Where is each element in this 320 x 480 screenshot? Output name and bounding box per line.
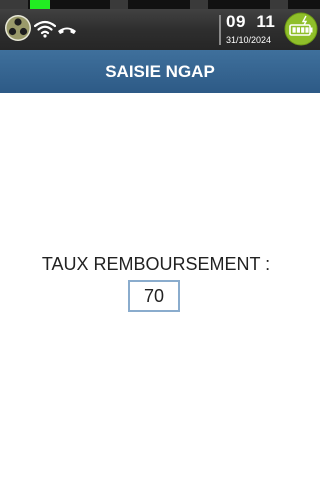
reimbursement-rate-field[interactable]: 70: [128, 280, 180, 312]
sim-network-icon: [5, 15, 31, 41]
signal-active-segment: [30, 0, 50, 9]
reimbursement-rate-value: 70: [143, 285, 165, 306]
status-divider: [219, 15, 221, 45]
clock-time: 09 11: [226, 12, 282, 32]
clock-minutes: 11: [256, 12, 276, 31]
wifi-icon: [34, 20, 56, 38]
page-title: SAISIE NGAP: [105, 61, 215, 81]
clock-date: 31/10/2024: [226, 35, 272, 45]
header-bar: SAISIE NGAP: [0, 50, 320, 93]
phone-hangup-icon: [58, 27, 76, 34]
clock-hours: 09: [226, 12, 246, 31]
signal-strength-strip: [0, 0, 320, 9]
battery-charging-icon: [284, 12, 318, 46]
reimbursement-rate-label: TAUX REMBOURSEMENT :: [41, 254, 271, 274]
status-bar: 09 11 31/10/2024: [0, 0, 320, 50]
